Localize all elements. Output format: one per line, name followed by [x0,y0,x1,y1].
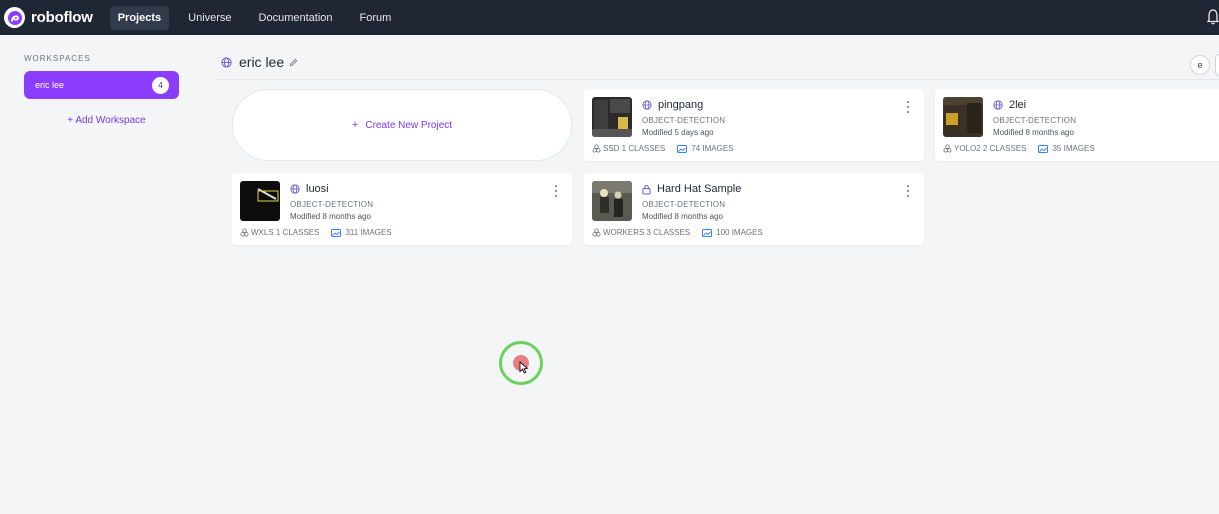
nav-universe[interactable]: Universe [180,6,239,30]
project-images: 74 IMAGES [691,144,734,153]
images-icon [1038,144,1049,153]
project-stats: YOLO2 2 CLASSES 35 IMAGES [943,144,1095,153]
project-images: 311 IMAGES [345,228,392,237]
project-card-2lei[interactable]: 2lei OBJECT-DETECTION Modified 8 months … [935,89,1219,161]
workspaces-heading: WORKSPACES [24,54,91,63]
project-name: Hard Hat Sample [657,183,742,195]
pencil-icon[interactable] [289,58,298,67]
project-thumbnail [592,181,632,221]
project-classes: SSD 1 CLASSES [603,144,666,153]
project-classes: YOLO2 2 CLASSES [954,144,1027,153]
project-modified: Modified 8 months ago [642,212,723,221]
header-menu-button[interactable] [1215,54,1219,76]
workspace-count-badge: 4 [152,76,169,94]
bell-icon[interactable] [1207,9,1219,25]
more-options-icon[interactable] [554,185,558,197]
project-stats: WORKERS 3 CLASSES 100 IMAGES [592,228,763,237]
classes-icon [943,144,952,153]
project-modified: Modified 8 months ago [993,128,1074,137]
project-modified: Modified 8 months ago [290,212,371,221]
workspace-header: eric lee [221,54,298,70]
add-workspace-link[interactable]: + Add Workspace [24,115,189,126]
top-nav: roboflow Projects Universe Documentation… [0,0,1219,35]
brand-name: roboflow [31,9,93,26]
project-type: OBJECT-DETECTION [642,116,726,125]
project-thumbnail [592,97,632,137]
page-title: eric lee [239,54,285,70]
images-icon [677,144,688,153]
mouse-pointer-icon [519,361,529,374]
images-icon [331,228,342,237]
project-modified: Modified 5 days ago [642,128,714,137]
main-nav: Projects Universe Documentation Forum [109,5,411,30]
project-stats: SSD 1 CLASSES 74 IMAGES [592,144,734,153]
project-name: pingpang [658,99,704,111]
roboflow-logo-icon [4,7,25,28]
project-stats: WXLS 1 CLASSES 311 IMAGES [240,228,392,237]
avatar[interactable]: e [1190,55,1210,75]
more-options-icon[interactable] [906,185,910,197]
project-type: OBJECT-DETECTION [290,200,374,209]
brand[interactable]: roboflow [4,0,93,35]
nav-documentation[interactable]: Documentation [251,6,341,30]
project-classes: WXLS 1 CLASSES [251,228,320,237]
project-images: 100 IMAGES [716,228,763,237]
lock-icon [642,184,651,194]
header-divider [215,79,1219,80]
globe-icon [642,100,652,110]
classes-icon [592,228,601,237]
create-new-project-button[interactable]: + Create New Project [232,89,572,161]
project-thumbnail [240,181,280,221]
nav-projects[interactable]: Projects [109,5,170,30]
project-card-pingpang[interactable]: pingpang OBJECT-DETECTION Modified 5 day… [584,89,924,161]
classes-icon [240,228,249,237]
globe-icon [993,100,1003,110]
project-card-hard-hat-sample[interactable]: Hard Hat Sample OBJECT-DETECTION Modifie… [584,173,924,245]
workspace-name: eric lee [35,80,65,90]
nav-forum[interactable]: Forum [352,6,400,30]
create-new-project-label: Create New Project [365,119,453,131]
project-name: 2lei [1009,99,1027,111]
project-type: OBJECT-DETECTION [993,116,1077,125]
classes-icon [592,144,601,153]
project-images: 35 IMAGES [1052,144,1095,153]
sidebar: WORKSPACES eric lee 4 + Add Workspace [0,35,205,514]
workspace-item-eric-lee[interactable]: eric lee 4 [24,71,179,99]
project-card-luosi[interactable]: luosi OBJECT-DETECTION Modified 8 months… [232,173,572,245]
project-thumbnail [943,97,983,137]
images-icon [702,228,713,237]
globe-icon [290,184,300,194]
project-type: OBJECT-DETECTION [642,200,726,209]
project-classes: WORKERS 3 CLASSES [603,228,691,237]
project-name: luosi [306,183,329,195]
plus-icon: + [351,119,359,131]
more-options-icon[interactable] [906,101,910,113]
globe-icon [221,56,232,68]
